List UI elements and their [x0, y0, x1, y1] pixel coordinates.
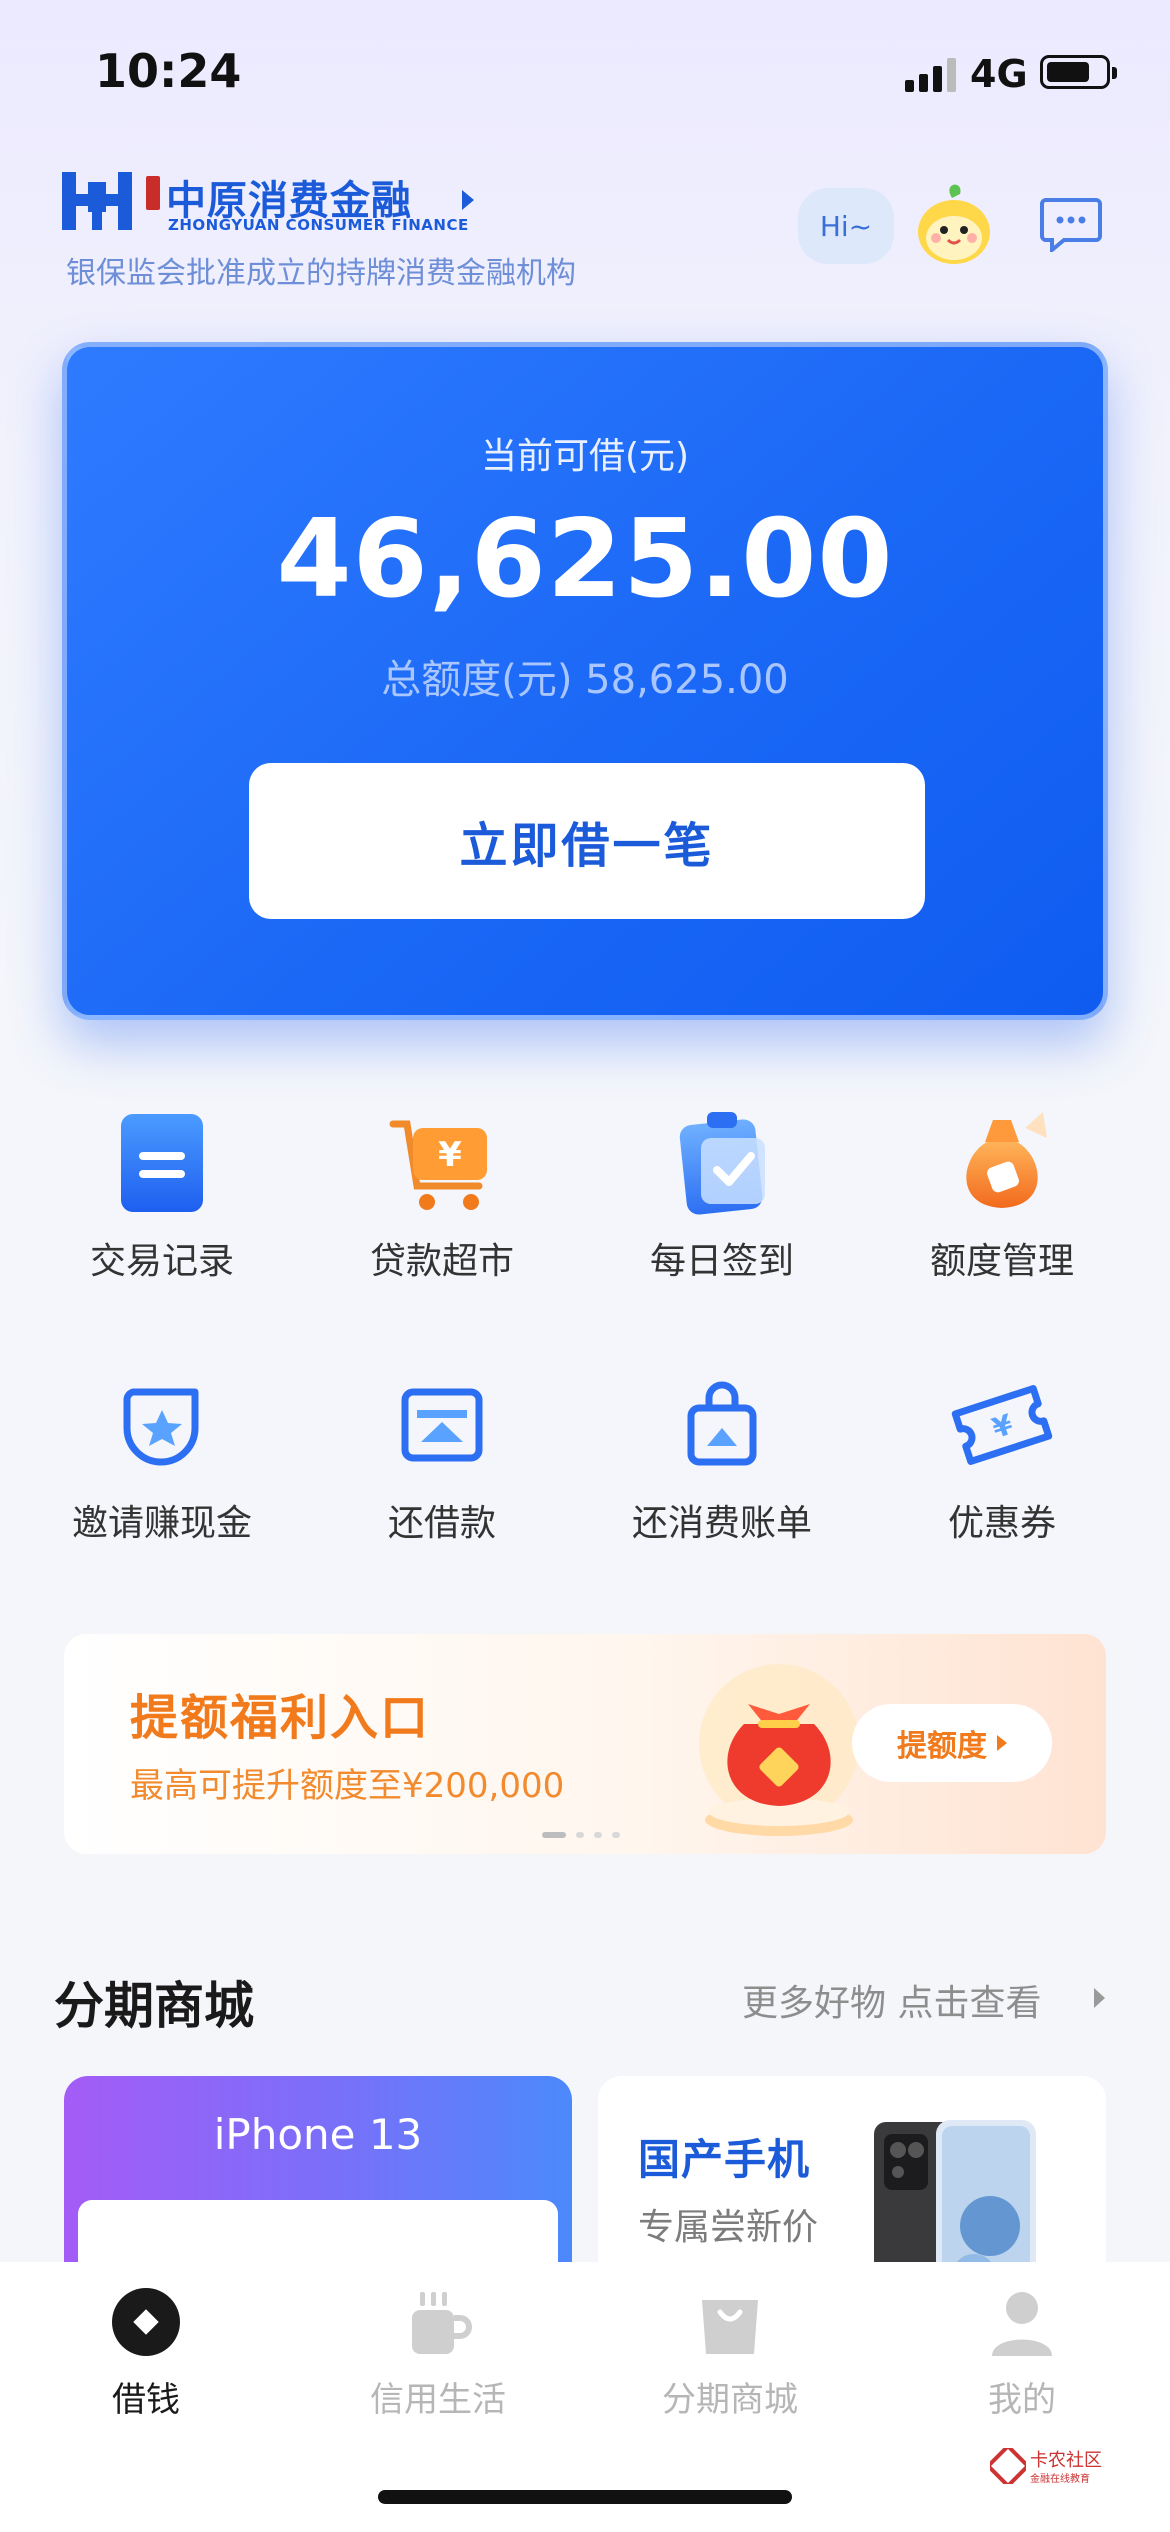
tab-borrow[interactable]: 借钱 [0, 2286, 292, 2421]
chevron-right-icon [997, 1735, 1007, 1751]
shopping-bag-icon [702, 2300, 758, 2354]
svg-text:¥: ¥ [438, 1135, 462, 1175]
network-type: 4G [970, 52, 1028, 96]
boost-limit-button[interactable]: 提额度 [852, 1704, 1052, 1782]
diamond-coin-icon [112, 2288, 180, 2356]
tab-label: 我的 [988, 2380, 1056, 2420]
product-title: 国产手机 [638, 2135, 811, 2184]
grid-label: 交易记录 [89, 1241, 234, 1282]
grid-item-coupons[interactable]: ¥ 优惠券 [862, 1370, 1142, 1546]
grid-item-invite[interactable]: 邀请赚现金 [22, 1370, 302, 1546]
grid-item-loan-market[interactable]: ¥ 贷款超市 [302, 1108, 582, 1284]
shopping-bag-icon [687, 1381, 757, 1466]
see-more-link[interactable]: 更多好物 点击查看 [742, 1974, 1041, 2026]
tab-label: 分期商城 [662, 2380, 798, 2420]
watermark-logo-icon [990, 2448, 1026, 2484]
banner-title: 提额福利入口 [130, 1690, 431, 1746]
chevron-right-icon[interactable] [462, 190, 474, 210]
tab-mine[interactable]: 我的 [876, 2286, 1168, 2421]
available-amount: 46,625.00 [276, 497, 894, 622]
tab-installment-mall[interactable]: 分期商城 [584, 2286, 876, 2421]
home-indicator[interactable] [378, 2490, 792, 2504]
section-title: 分期商城 [54, 1977, 254, 2035]
chevron-right-icon[interactable] [1094, 1988, 1105, 2008]
boost-button-label: 提额度 [897, 1729, 987, 1764]
star-badge-icon [123, 1388, 199, 1466]
tab-label: 信用生活 [370, 2380, 506, 2420]
coupon-icon: ¥ [951, 1385, 1053, 1465]
coffee-cup-icon [412, 2292, 472, 2354]
tab-label: 借钱 [112, 2380, 180, 2420]
grid-item-repay-bill[interactable]: 还消费账单 [582, 1370, 862, 1546]
watermark-sub: 金融在线教育 [1030, 2474, 1090, 2485]
repay-icon [401, 1388, 483, 1462]
grid-label: 优惠券 [947, 1503, 1056, 1544]
signal-icon [905, 58, 957, 92]
brand-seal [146, 176, 160, 210]
assistant-greeting[interactable]: Hi~ [798, 188, 894, 264]
lucky-bag-icon [699, 1664, 859, 1836]
credit-limit-card: 当前可借(元) 46,625.00 总额度(元) 58,625.00 立即借一笔 [62, 342, 1108, 1020]
mascot-icon[interactable] [912, 176, 996, 266]
money-bag-icon [966, 1112, 1047, 1208]
watermark-label: 卡农社区 [1030, 2450, 1102, 2471]
borrow-now-button[interactable]: 立即借一笔 [249, 763, 925, 919]
status-time: 10:24 [95, 44, 242, 98]
carousel-indicator [542, 1832, 620, 1838]
total-limit: 总额度(元) 58,625.00 [381, 657, 789, 703]
message-icon[interactable] [1040, 196, 1102, 252]
document-icon [121, 1114, 203, 1212]
available-label: 当前可借(元) [480, 436, 690, 477]
cart-yuan-icon: ¥ [389, 1120, 487, 1210]
watermark: 卡农社区 金融在线教育 [990, 2444, 1110, 2488]
limit-boost-banner[interactable]: 提额福利入口 最高可提升额度至¥200,000 提额度 [64, 1634, 1106, 1854]
grid-item-transactions[interactable]: 交易记录 [22, 1108, 302, 1284]
product-subtitle: 专属尝新价 [638, 2207, 819, 2248]
grid-item-limit-management[interactable]: 额度管理 [862, 1108, 1142, 1284]
product-title: iPhone 13 [213, 2110, 423, 2159]
user-icon [992, 2292, 1052, 2356]
brand-subtitle: ZHONGYUAN CONSUMER FINANCE [168, 216, 469, 234]
grid-label: 还借款 [387, 1503, 496, 1544]
svg-text:¥: ¥ [988, 1408, 1017, 1446]
grid-label: 邀请赚现金 [71, 1503, 252, 1544]
grid-label: 贷款超市 [369, 1241, 514, 1282]
grid-item-daily-checkin[interactable]: 每日签到 [582, 1108, 862, 1284]
brand-logo-icon [62, 172, 132, 230]
grid-label: 每日签到 [649, 1241, 794, 1282]
grid-label: 还消费账单 [631, 1503, 812, 1544]
grid-item-repay-loan[interactable]: 还借款 [302, 1370, 582, 1546]
brand-tagline: 银保监会批准成立的持牌消费金融机构 [66, 256, 576, 291]
checklist-icon [679, 1112, 765, 1215]
grid-label: 额度管理 [929, 1241, 1074, 1282]
battery-icon [1040, 55, 1117, 89]
tab-credit-life[interactable]: 信用生活 [292, 2286, 584, 2421]
banner-subtitle: 最高可提升额度至¥200,000 [130, 1766, 565, 1806]
